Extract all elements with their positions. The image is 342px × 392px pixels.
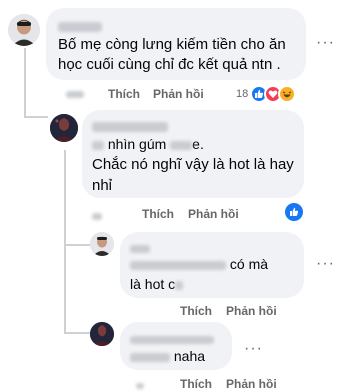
thread-line [64, 332, 90, 334]
reaction-count[interactable]: 18 [236, 88, 248, 100]
like-button[interactable]: Thích [180, 377, 212, 391]
thread-line [64, 150, 66, 334]
comment-text: Bố mẹ còng lưng kiếm tiền cho ăn học cuố… [58, 36, 286, 73]
comment-meta [136, 383, 144, 389]
comment-meta [92, 213, 102, 220]
comment-meta [66, 86, 84, 102]
thread-line [24, 116, 48, 118]
reactions-summary[interactable] [250, 83, 304, 105]
reply-button[interactable]: Phản hồi [188, 207, 239, 221]
blurred-text [175, 280, 184, 290]
blurred-author-name [92, 121, 168, 132]
comment-bubble: Bố mẹ còng lưng kiếm tiền cho ăn học cuố… [46, 8, 306, 80]
blurred-text [170, 140, 193, 150]
avatar[interactable] [8, 14, 40, 46]
avatar[interactable] [50, 114, 78, 142]
blurred-author-name [130, 244, 150, 253]
thread-line [24, 48, 26, 116]
more-options-button[interactable]: ··· [316, 34, 335, 52]
more-options-button[interactable]: ··· [316, 255, 335, 273]
comment-bubble: naha [120, 322, 232, 370]
reply-button[interactable]: Phản hồi [226, 377, 277, 391]
comment-bubble: có mà là hot c [120, 232, 304, 298]
comment-bubble: nhìn gúm e. Chắc nó nghĩ vậy là hot là h… [82, 110, 304, 198]
like-button[interactable]: Thích [142, 207, 174, 221]
comment-text: naha [130, 346, 205, 366]
timestamp-blurred [92, 213, 102, 220]
thread-line [64, 244, 90, 246]
timestamp-blurred [66, 90, 84, 98]
comment-text: nhìn gúm e. Chắc nó nghĩ vậy là hot là h… [92, 136, 294, 194]
avatar[interactable] [90, 232, 114, 256]
haha-icon [278, 85, 296, 103]
comment-text: có mà là hot c [130, 256, 269, 292]
reply-button[interactable]: Phản hồi [153, 87, 204, 101]
blurred-author-name [130, 335, 214, 344]
comment-author[interactable] [58, 18, 102, 36]
avatar[interactable] [90, 322, 114, 346]
blurred-text [130, 352, 170, 362]
timestamp-blurred [136, 383, 144, 389]
blurred-text [92, 140, 104, 150]
blurred-author-name [58, 21, 102, 32]
like-button[interactable]: Thích [180, 304, 212, 318]
like-button[interactable]: Thích [108, 87, 140, 101]
blurred-text [130, 260, 226, 270]
more-options-button[interactable]: ··· [244, 340, 263, 358]
reply-button[interactable]: Phản hồi [226, 304, 277, 318]
like-icon[interactable] [285, 203, 303, 221]
